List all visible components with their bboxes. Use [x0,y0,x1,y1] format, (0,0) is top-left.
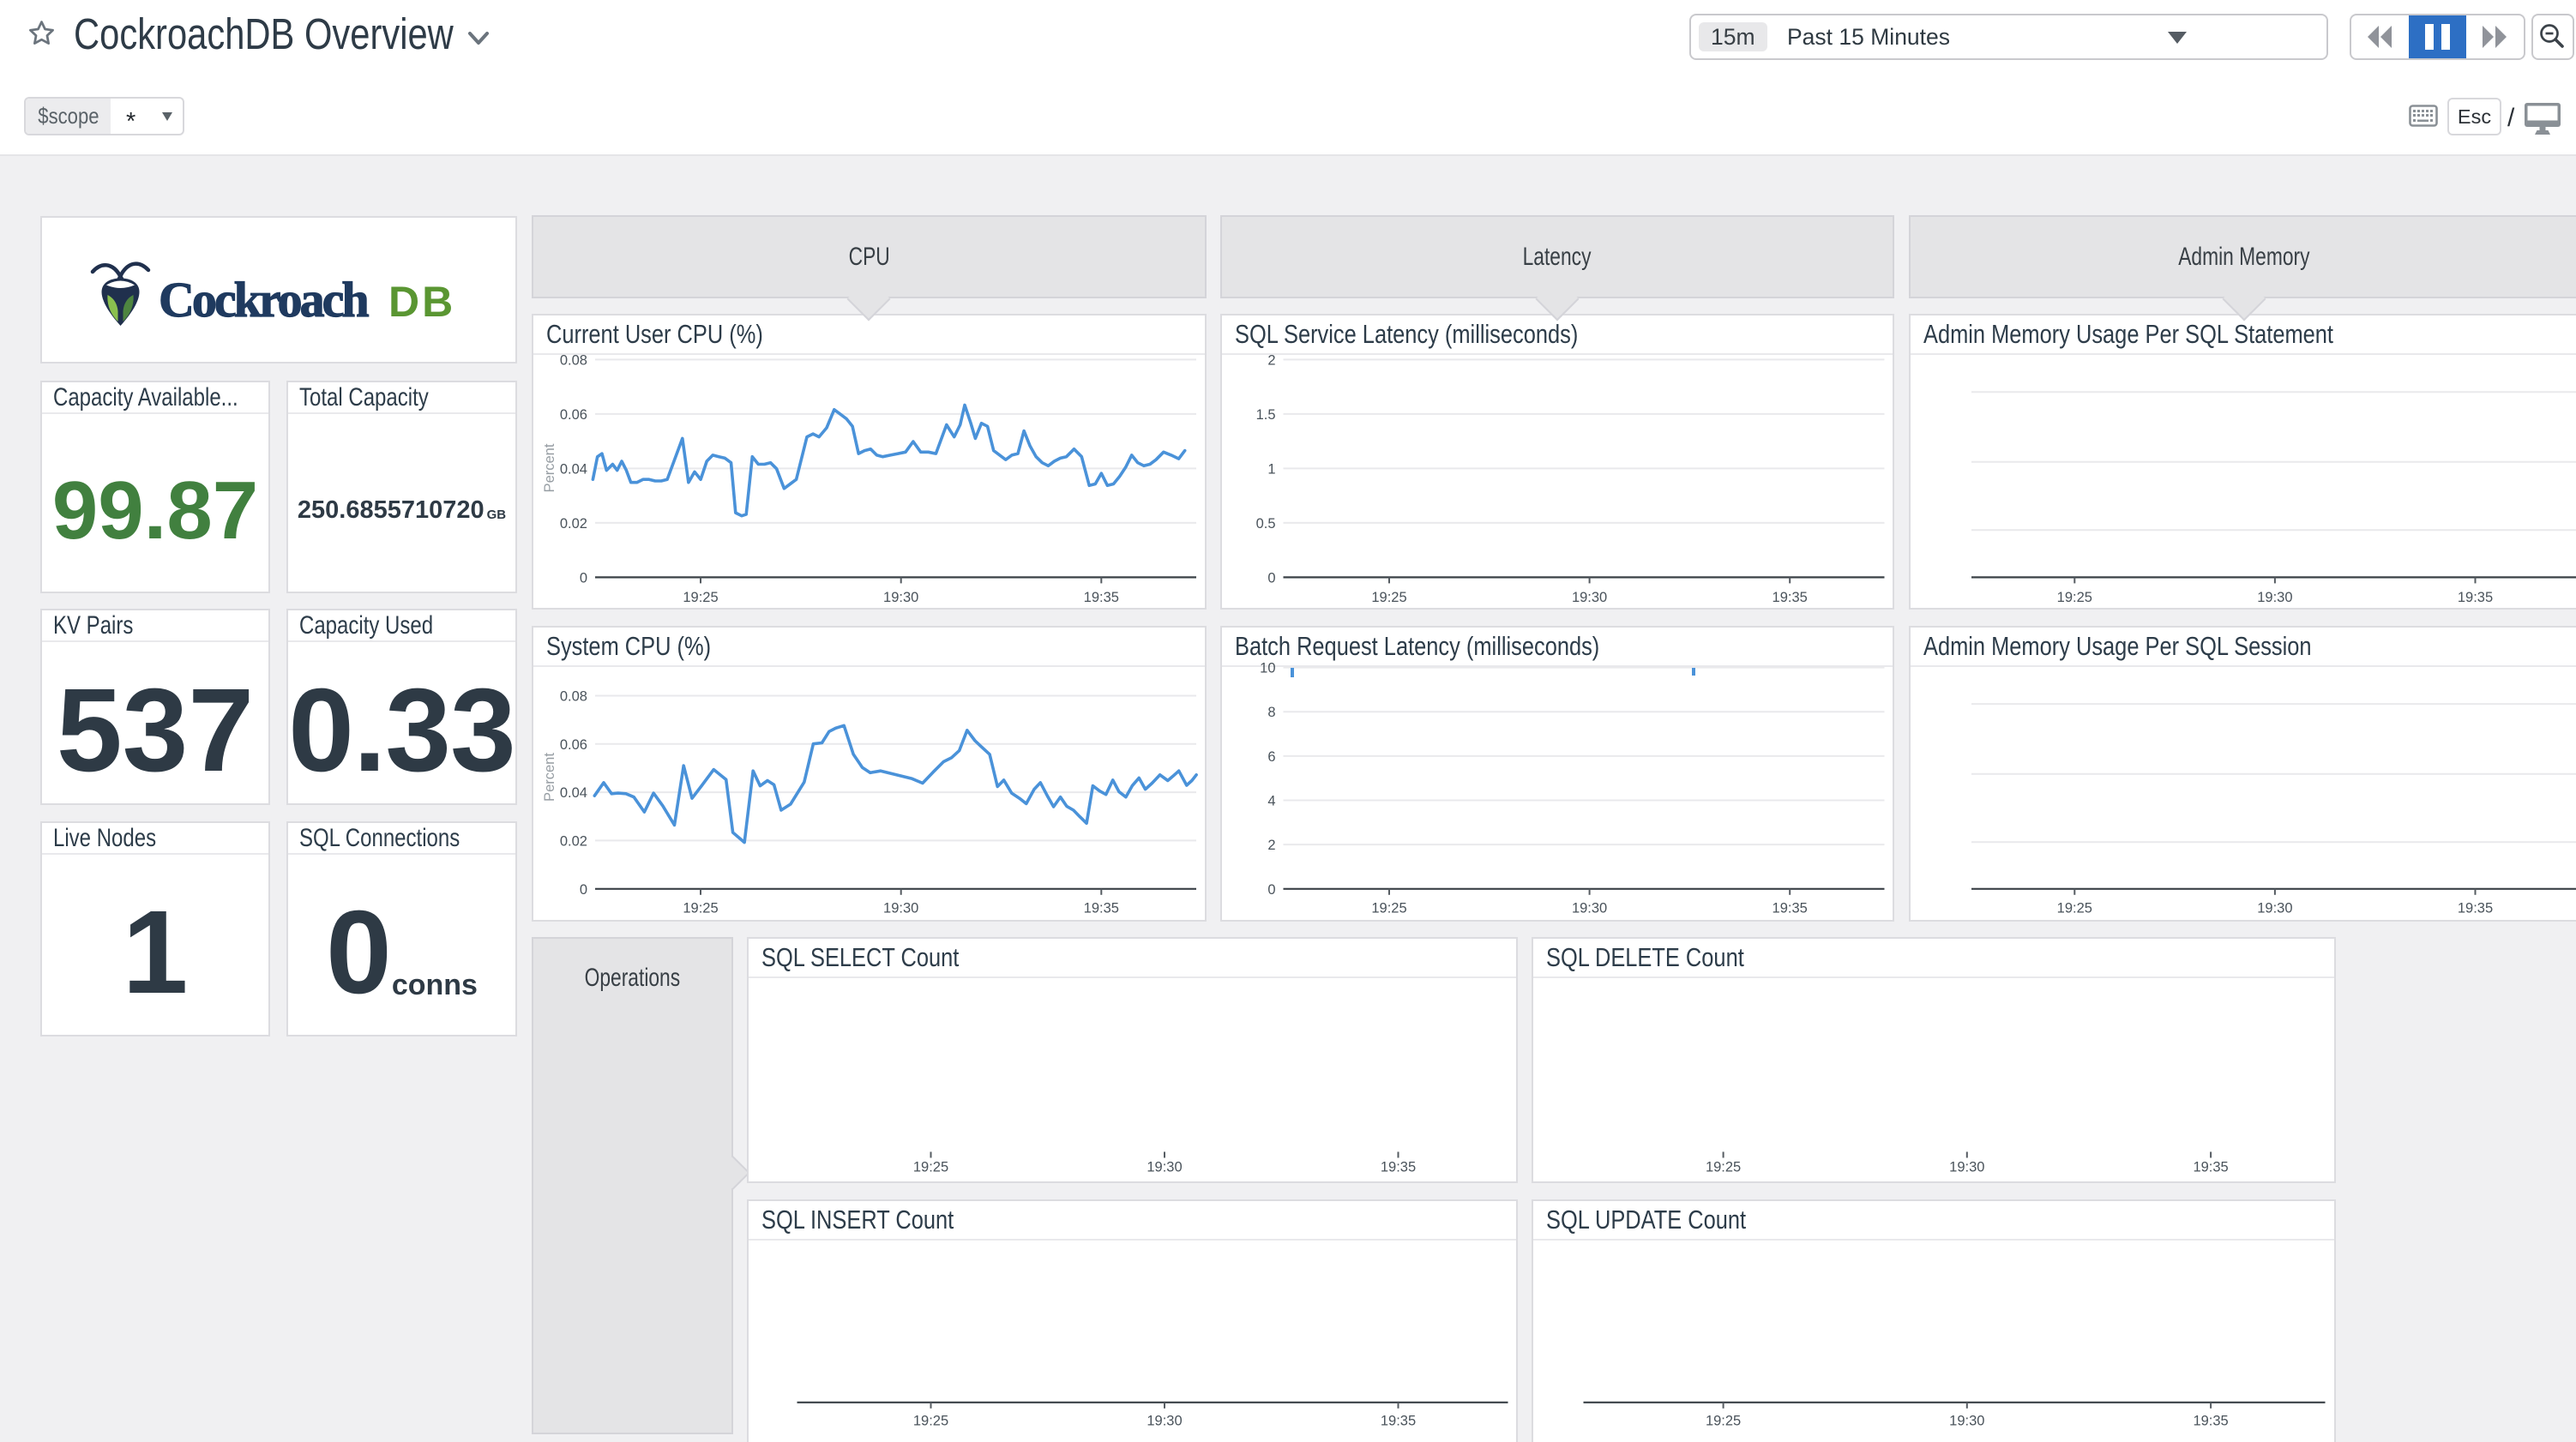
svg-text:Cockroach: Cockroach [159,272,369,327]
svg-text:DB: DB [388,278,455,326]
svg-text:0.06: 0.06 [560,736,587,752]
svg-text:19:30: 19:30 [883,900,918,916]
svg-text:19:25: 19:25 [1705,1413,1740,1428]
svg-text:0.08: 0.08 [560,352,587,368]
svg-text:19:35: 19:35 [1084,590,1119,605]
svg-text:19:25: 19:25 [912,1413,948,1428]
svg-text:19:30: 19:30 [1147,1413,1182,1428]
svg-text:2: 2 [1267,838,1275,853]
svg-text:19:25: 19:25 [683,900,718,916]
svg-text:0: 0 [580,570,587,586]
svg-text:19:30: 19:30 [1572,900,1607,916]
svg-text:19:30: 19:30 [883,590,918,605]
svg-text:0: 0 [1267,881,1275,897]
svg-text:0: 0 [1267,570,1275,586]
svg-text:19:35: 19:35 [1773,900,1808,916]
svg-text:0.06: 0.06 [560,407,587,423]
svg-text:19:25: 19:25 [1371,590,1406,605]
svg-text:19:30: 19:30 [1949,1413,1984,1428]
svg-text:19:35: 19:35 [2193,1159,2228,1175]
svg-text:19:25: 19:25 [683,590,718,605]
svg-text:2: 2 [1267,352,1275,368]
svg-text:19:30: 19:30 [1949,1159,1984,1175]
svg-text:19:30: 19:30 [2257,590,2292,605]
svg-text:19:35: 19:35 [1380,1413,1415,1428]
svg-text:Percent: Percent [542,443,557,492]
svg-text:19:25: 19:25 [2057,590,2092,605]
svg-text:19:30: 19:30 [2257,900,2292,916]
svg-text:19:35: 19:35 [1773,590,1808,605]
svg-text:19:35: 19:35 [2193,1413,2228,1428]
svg-text:0.02: 0.02 [560,516,587,532]
svg-text:10: 10 [1260,660,1275,676]
svg-text:0.08: 0.08 [560,688,587,704]
svg-text:19:25: 19:25 [2057,900,2092,916]
svg-text:19:25: 19:25 [912,1159,948,1175]
svg-text:8: 8 [1267,705,1275,720]
svg-text:19:35: 19:35 [1084,900,1119,916]
svg-text:19:25: 19:25 [1705,1159,1740,1175]
svg-text:19:35: 19:35 [2458,900,2493,916]
svg-text:Percent: Percent [542,752,557,801]
svg-text:0: 0 [580,881,587,897]
svg-text:0.5: 0.5 [1256,516,1276,532]
svg-text:19:35: 19:35 [2458,590,2493,605]
svg-text:1: 1 [1267,461,1275,477]
svg-text:19:30: 19:30 [1147,1159,1182,1175]
svg-text:0.04: 0.04 [560,785,587,801]
svg-text:0.04: 0.04 [560,461,587,477]
svg-text:19:30: 19:30 [1572,590,1607,605]
svg-text:4: 4 [1267,793,1275,808]
svg-text:0.02: 0.02 [560,833,587,849]
svg-text:1.5: 1.5 [1256,407,1276,423]
svg-text:19:25: 19:25 [1371,900,1406,916]
svg-text:6: 6 [1267,748,1275,764]
svg-text:19:35: 19:35 [1380,1159,1415,1175]
